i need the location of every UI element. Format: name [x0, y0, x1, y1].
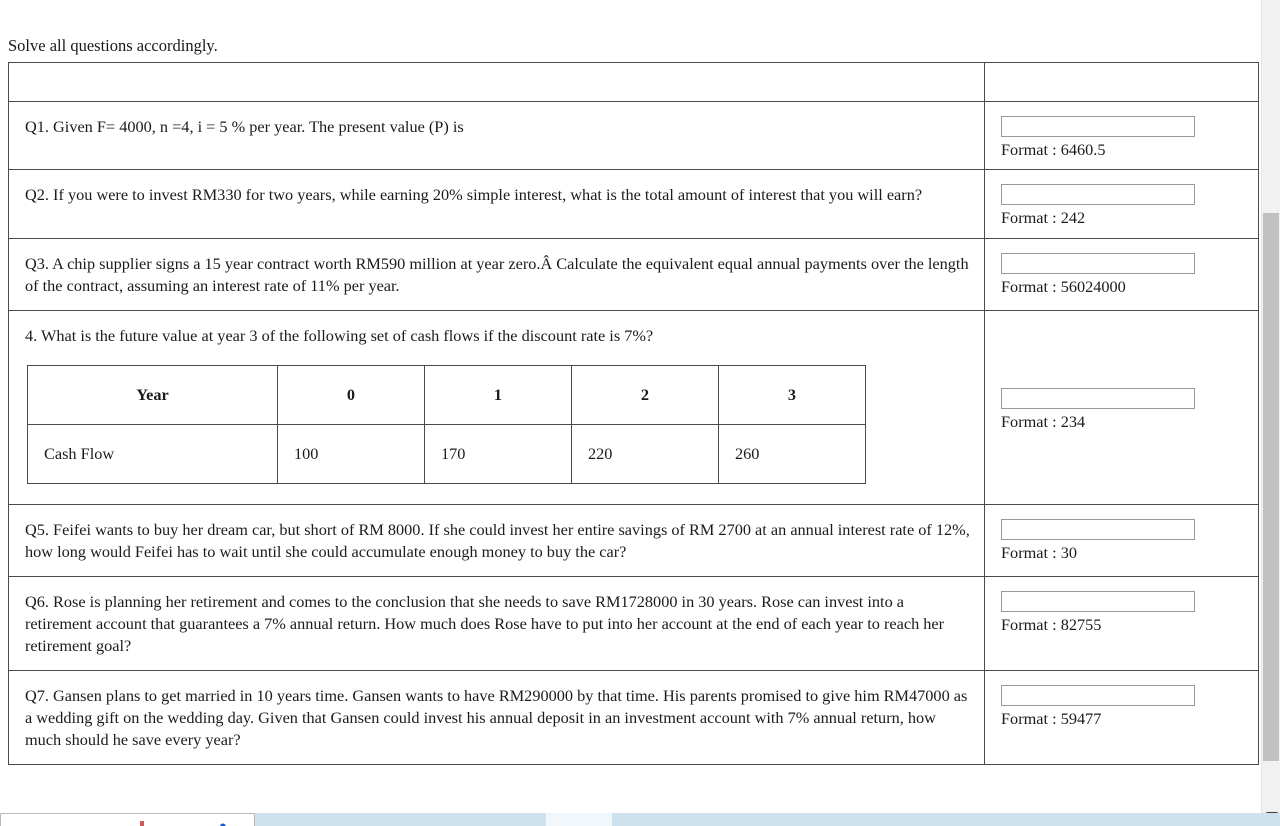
question-text-q6: Q6. Rose is planning her retirement and … [25, 592, 945, 655]
format-label-q4: Format : 234 [1001, 411, 1086, 431]
taskbar-segment-a [256, 813, 546, 826]
table-row: Q2. If you were to invest RM330 for two … [8, 169, 1259, 239]
taskbar-segment-b [546, 813, 612, 826]
header-answer-cell [984, 61, 1259, 102]
cash-flow-value-row: Cash Flow 100 170 220 260 [27, 423, 866, 484]
cash-flow-table: Year 0 1 2 3 Cash Flow 100 170 220 260 [27, 364, 866, 484]
question-cell-q7: Q7. Gansen plans to get married in 10 ye… [8, 670, 985, 766]
cash-flow-row-label: Cash Flow [27, 423, 278, 484]
table-row: Q5. Feifei wants to buy her dream car, b… [8, 503, 1259, 578]
format-label-q5: Format : 30 [1001, 542, 1077, 562]
browser-tab-peek[interactable] [0, 813, 255, 826]
answer-cell-q7: Format : 59477 [984, 670, 1259, 766]
bottom-chrome-strip: ● [0, 813, 1280, 826]
answer-input-q6[interactable] [1001, 591, 1195, 613]
vertical-scrollbar[interactable] [1261, 0, 1280, 826]
answer-input-q4[interactable] [1001, 387, 1195, 409]
cash-flow-value-3: 260 [718, 423, 866, 484]
question-cell-q5: Q5. Feifei wants to buy her dream car, b… [8, 503, 985, 578]
question-text-q1: Q1. Given F= 4000, n =4, i = 5 % per yea… [25, 116, 464, 136]
taskbar-segment-c [612, 813, 1280, 826]
header-question-cell [8, 61, 985, 102]
cash-flow-header-1: 1 [424, 364, 572, 425]
table-row: 4. What is the future value at year 3 of… [8, 310, 1259, 505]
format-label-q6: Format : 82755 [1001, 615, 1102, 635]
question-text-q2: Q2. If you were to invest RM330 for two … [25, 185, 923, 205]
question-text-q3: Q3. A chip supplier signs a 15 year cont… [25, 253, 969, 295]
cash-flow-header-0: 0 [277, 364, 425, 425]
answer-cell-q3: Format : 56024000 [984, 237, 1259, 312]
answer-cell-q4: Format : 234 [984, 310, 1259, 505]
answer-input-q2[interactable] [1001, 184, 1195, 206]
question-cell-q2: Q2. If you were to invest RM330 for two … [8, 169, 985, 239]
format-label-q1: Format : 6460.5 [1001, 139, 1106, 159]
table-header-row [8, 61, 1259, 102]
format-label-q7: Format : 59477 [1001, 709, 1102, 729]
answer-cell-q6: Format : 82755 [984, 576, 1259, 672]
answer-input-q5[interactable] [1001, 518, 1195, 540]
instructions-text: Solve all questions accordingly. [8, 36, 218, 55]
cash-flow-header-3: 3 [718, 364, 866, 425]
answer-cell-q5: Format : 30 [984, 503, 1259, 578]
cash-flow-value-1: 170 [424, 423, 572, 484]
document-content: Solve all questions accordingly. Q1. Giv… [0, 0, 1262, 826]
answer-cell-q2: Format : 242 [984, 169, 1259, 239]
table-row: Q1. Given F= 4000, n =4, i = 5 % per yea… [8, 100, 1259, 171]
cash-flow-value-0: 100 [277, 423, 425, 484]
answer-input-q1[interactable] [1001, 115, 1195, 137]
quiz-page: Solve all questions accordingly. Q1. Giv… [0, 0, 1280, 826]
format-label-q3: Format : 56024000 [1001, 276, 1126, 296]
table-row: Q6. Rose is planning her retirement and … [8, 576, 1259, 672]
cash-flow-header-2: 2 [571, 364, 719, 425]
table-row: Q3. A chip supplier signs a 15 year cont… [8, 237, 1259, 312]
questions-table: Q1. Given F= 4000, n =4, i = 5 % per yea… [8, 61, 1259, 766]
cash-flow-header-year: Year [27, 364, 278, 425]
table-row: Q7. Gansen plans to get married in 10 ye… [8, 670, 1259, 766]
question-text-q5: Q5. Feifei wants to buy her dream car, b… [25, 519, 970, 561]
question-text-q7: Q7. Gansen plans to get married in 10 ye… [25, 686, 968, 749]
question-cell-q3: Q3. A chip supplier signs a 15 year cont… [8, 237, 985, 312]
tab-indicator-dot [140, 821, 144, 826]
format-label-q2: Format : 242 [1001, 208, 1086, 228]
question-cell-q6: Q6. Rose is planning her retirement and … [8, 576, 985, 672]
question-text-q4: 4. What is the future value at year 3 of… [25, 326, 654, 346]
shield-icon[interactable]: ● [219, 819, 232, 826]
scrollbar-thumb[interactable] [1263, 213, 1279, 761]
cash-flow-value-2: 220 [571, 423, 719, 484]
cash-flow-header-row: Year 0 1 2 3 [27, 364, 866, 425]
answer-cell-q1: Format : 6460.5 [984, 100, 1259, 171]
question-cell-q4: 4. What is the future value at year 3 of… [8, 310, 985, 505]
answer-input-q3[interactable] [1001, 252, 1195, 274]
answer-input-q7[interactable] [1001, 685, 1195, 707]
question-cell-q1: Q1. Given F= 4000, n =4, i = 5 % per yea… [8, 100, 985, 171]
